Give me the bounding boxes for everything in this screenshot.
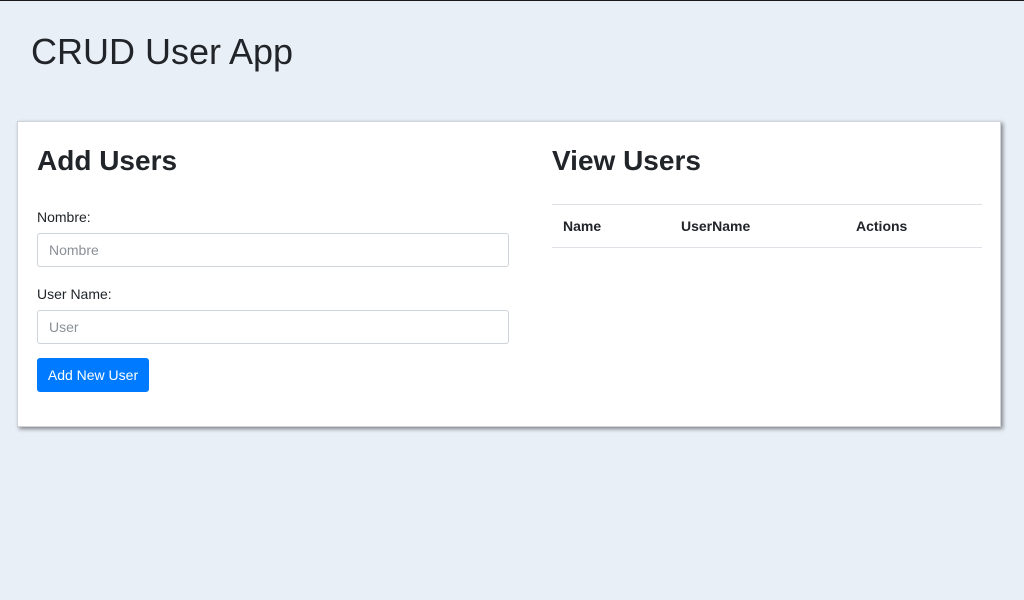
add-users-heading: Add Users <box>37 145 178 176</box>
users-table-header: Name UserName Actions <box>552 204 982 248</box>
main-card: Add Users Nombre: User Name: Add New Use… <box>17 121 1001 427</box>
column-header-name: Name <box>552 204 670 248</box>
add-new-user-button[interactable]: Add New User <box>37 358 149 392</box>
app-title: CRUD User App <box>31 31 294 72</box>
username-input[interactable] <box>37 310 509 344</box>
window-top-border <box>0 0 1024 1</box>
name-input[interactable] <box>37 233 509 267</box>
users-table-header-row: Name UserName Actions <box>552 204 982 248</box>
view-users-heading: View Users <box>552 145 701 176</box>
name-field-label: Nombre: <box>37 209 91 225</box>
users-table: Name UserName Actions <box>552 204 982 248</box>
column-header-actions: Actions <box>845 204 982 248</box>
column-header-username: UserName <box>670 204 845 248</box>
username-field-label: User Name: <box>37 286 112 302</box>
